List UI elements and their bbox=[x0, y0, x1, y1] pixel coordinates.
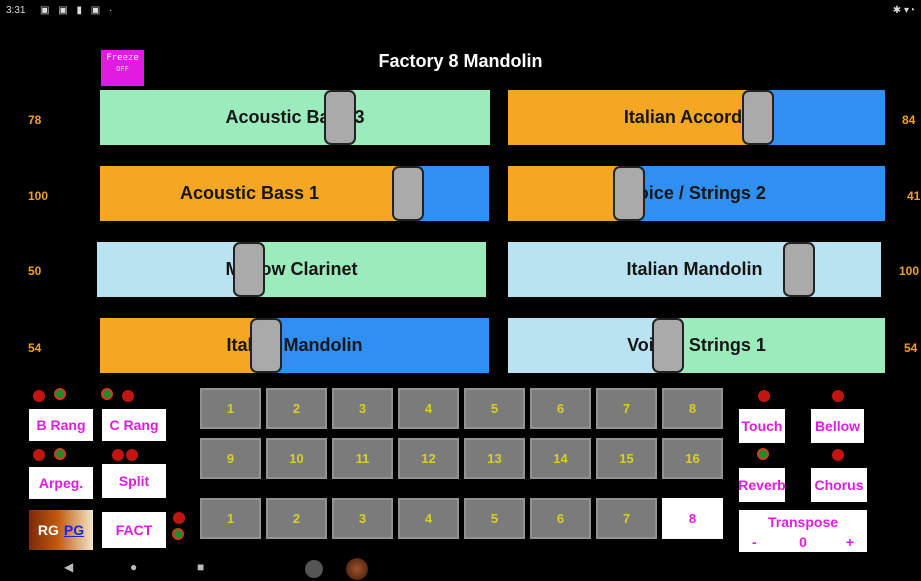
fact-button[interactable]: FACT bbox=[102, 512, 166, 548]
pad-row3-8-selected[interactable]: 8 bbox=[662, 498, 723, 539]
chorus-led bbox=[832, 449, 844, 461]
row4-right-value: 54 bbox=[904, 341, 918, 355]
fact-led-2 bbox=[172, 528, 184, 540]
c-rang-button[interactable]: C Rang bbox=[102, 409, 166, 441]
bellow-button[interactable]: Bellow bbox=[811, 409, 864, 443]
row1-right-slider-handle[interactable] bbox=[742, 90, 774, 145]
status-bar: 3:31 ▣ ▣ ▮ ▣ · ✱ ▾◔ bbox=[0, 0, 921, 22]
pad-row1-1[interactable]: 1 bbox=[200, 388, 261, 429]
row2-right-value: 41 bbox=[907, 189, 921, 203]
pad-row3-7[interactable]: 7 bbox=[596, 498, 657, 539]
row3-right-value: 100 bbox=[899, 264, 920, 278]
pad-row2-15[interactable]: 15 bbox=[596, 438, 657, 479]
row4-right-voice-bar[interactable]: Voice / Strings 1 bbox=[508, 318, 885, 373]
row3-right-voice-label: Italian Mandolin bbox=[626, 259, 763, 279]
row3-left-voice-label: Mellow Clarinet bbox=[225, 259, 358, 279]
row1-right-voice-label: Italian Accordion bbox=[623, 107, 770, 127]
status-icons: ▣ ▣ ▮ ▣ · bbox=[40, 5, 116, 16]
pad-row1-4[interactable]: 4 bbox=[398, 388, 459, 429]
split-led-2 bbox=[126, 449, 138, 461]
pad-row2-12[interactable]: 12 bbox=[398, 438, 459, 479]
arpeg-led-1 bbox=[33, 449, 45, 461]
row1-left-value: 78 bbox=[28, 113, 42, 127]
pad-row2-13[interactable]: 13 bbox=[464, 438, 525, 479]
split-led-1 bbox=[112, 449, 124, 461]
row2-right-slider-handle[interactable] bbox=[613, 166, 645, 221]
row4-left-voice-bar[interactable]: Italian Mandolin bbox=[100, 318, 489, 373]
row2-left-value: 100 bbox=[28, 189, 49, 203]
pad-row2-16[interactable]: 16 bbox=[662, 438, 723, 479]
pad-row3-1[interactable]: 1 bbox=[200, 498, 261, 539]
pad-row1-6[interactable]: 6 bbox=[530, 388, 591, 429]
row1-left-slider-handle[interactable] bbox=[324, 90, 356, 145]
transpose-control: Transpose - 0 + bbox=[739, 510, 867, 552]
row2-right-voice-label: Voice / Strings 2 bbox=[627, 183, 766, 203]
fact-led-1 bbox=[173, 512, 185, 524]
camera-app-icon[interactable] bbox=[305, 560, 323, 578]
row4-left-value: 54 bbox=[28, 341, 42, 355]
row2-left-voice-label: Acoustic Bass 1 bbox=[179, 183, 320, 203]
status-time: 3:31 bbox=[6, 5, 26, 16]
pad-row2-9[interactable]: 9 bbox=[200, 438, 261, 479]
accordion-app-icon[interactable] bbox=[346, 558, 368, 580]
nav-recents-icon[interactable]: ■ bbox=[197, 560, 204, 581]
pad-row3-4[interactable]: 4 bbox=[398, 498, 459, 539]
nav-back-icon[interactable]: ◀ bbox=[64, 560, 73, 581]
row4-left-voice-label: Italian Mandolin bbox=[226, 335, 363, 355]
row3-left-voice-bar[interactable]: Mellow Clarinet bbox=[97, 242, 486, 297]
row4-right-slider-handle[interactable] bbox=[652, 318, 684, 373]
row3-left-value: 50 bbox=[28, 264, 42, 278]
bellow-led bbox=[832, 390, 844, 402]
row2-left-voice-bar[interactable]: Acoustic Bass 1 bbox=[100, 166, 489, 221]
rg-pg-toggle[interactable]: RG PG bbox=[29, 510, 93, 550]
pad-row1-7[interactable]: 7 bbox=[596, 388, 657, 429]
pad-row2-11[interactable]: 11 bbox=[332, 438, 393, 479]
c-rang-led-2 bbox=[122, 390, 134, 402]
split-button[interactable]: Split bbox=[102, 464, 166, 498]
touch-button[interactable]: Touch bbox=[739, 409, 785, 443]
row4-left-slider-handle[interactable] bbox=[250, 318, 282, 373]
pad-row3-5[interactable]: 5 bbox=[464, 498, 525, 539]
row1-right-voice-bar[interactable]: Italian Accordion bbox=[508, 90, 885, 145]
row3-right-slider-handle[interactable] bbox=[783, 242, 815, 297]
pad-row3-6[interactable]: 6 bbox=[530, 498, 591, 539]
status-right-icons: ✱ ▾◔ bbox=[892, 5, 915, 16]
row1-right-value: 84 bbox=[902, 113, 916, 127]
arpeg-button[interactable]: Arpeg. bbox=[29, 467, 93, 499]
c-rang-led-1 bbox=[101, 388, 113, 400]
b-rang-led-1 bbox=[33, 390, 45, 402]
nav-home-icon[interactable]: ● bbox=[130, 560, 137, 581]
row1-left-voice-label: Acoustic Bass 3 bbox=[225, 107, 365, 127]
row2-left-slider-handle[interactable] bbox=[392, 166, 424, 221]
row1-left-voice-bar[interactable]: Acoustic Bass 3 bbox=[100, 90, 490, 145]
row4-right-voice-label: Voice / Strings 1 bbox=[627, 335, 766, 355]
b-rang-led-2 bbox=[54, 388, 66, 400]
pad-row2-10[interactable]: 10 bbox=[266, 438, 327, 479]
transpose-plus-button[interactable]: + bbox=[846, 534, 854, 550]
pg-label: PG bbox=[63, 522, 85, 538]
row2-right-voice-bar[interactable]: Voice / Strings 2 bbox=[508, 166, 885, 221]
pad-row3-3[interactable]: 3 bbox=[332, 498, 393, 539]
rg-label: RG bbox=[37, 522, 59, 538]
arpeg-led-2 bbox=[54, 448, 66, 460]
preset-title: Factory 8 Mandolin bbox=[378, 51, 543, 71]
pad-row2-14[interactable]: 14 bbox=[530, 438, 591, 479]
pad-row1-5[interactable]: 5 bbox=[464, 388, 525, 429]
chorus-button[interactable]: Chorus bbox=[811, 468, 867, 502]
pad-row3-2[interactable]: 2 bbox=[266, 498, 327, 539]
touch-led bbox=[758, 390, 770, 402]
b-rang-button[interactable]: B Rang bbox=[29, 409, 93, 441]
row3-right-voice-bar[interactable]: Italian Mandolin bbox=[508, 242, 881, 297]
pad-row1-2[interactable]: 2 bbox=[266, 388, 327, 429]
reverb-led bbox=[757, 448, 769, 460]
pad-row1-3[interactable]: 3 bbox=[332, 388, 393, 429]
row3-left-slider-handle[interactable] bbox=[233, 242, 265, 297]
reverb-button[interactable]: Reverb bbox=[738, 468, 786, 502]
transpose-label: Transpose bbox=[767, 514, 839, 530]
pad-row1-8[interactable]: 8 bbox=[662, 388, 723, 429]
